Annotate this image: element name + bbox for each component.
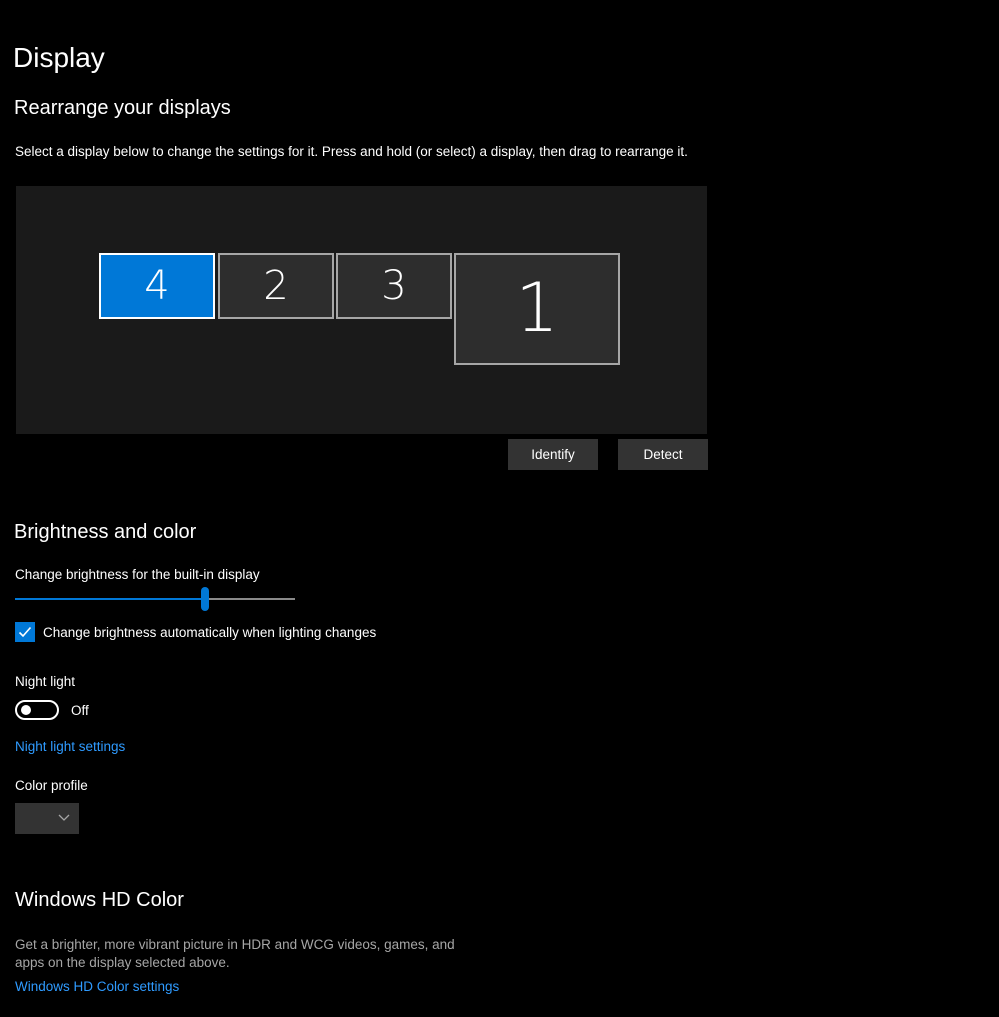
monitor-2-label: 2 — [263, 263, 289, 309]
monitor-1[interactable]: 1 — [454, 253, 620, 365]
hdr-section-title: Windows HD Color — [15, 889, 184, 911]
slider-track-fill — [15, 598, 205, 600]
identify-button[interactable]: Identify — [508, 439, 598, 470]
night-light-label: Night light — [15, 674, 76, 689]
color-profile-label: Color profile — [15, 778, 88, 793]
page-title: Display — [13, 42, 105, 73]
night-light-toggle[interactable] — [15, 700, 59, 720]
hdr-settings-link[interactable]: Windows HD Color settings — [15, 979, 179, 994]
monitor-3-label: 3 — [381, 263, 407, 309]
toggle-knob — [21, 705, 31, 715]
monitor-4[interactable]: 4 — [99, 253, 215, 319]
rearrange-description: Select a display below to change the set… — [15, 144, 688, 159]
brightness-slider[interactable] — [15, 587, 295, 611]
night-light-toggle-row: Off — [15, 700, 89, 720]
rearrange-title: Rearrange your displays — [14, 97, 231, 119]
monitor-1-label: 1 — [515, 269, 559, 348]
night-light-state: Off — [71, 702, 89, 718]
monitor-2[interactable]: 2 — [218, 253, 334, 319]
brightness-section-title: Brightness and color — [14, 521, 197, 543]
slider-track-rest — [205, 598, 295, 600]
checkmark-icon — [18, 626, 32, 638]
display-arrangement-area[interactable]: 4 2 3 1 — [16, 186, 707, 434]
chevron-down-icon — [58, 814, 70, 821]
detect-button[interactable]: Detect — [618, 439, 708, 470]
auto-brightness-checkbox-row[interactable]: Change brightness automatically when lig… — [15, 622, 376, 642]
auto-brightness-checkbox[interactable] — [15, 622, 35, 642]
auto-brightness-label: Change brightness automatically when lig… — [43, 624, 377, 640]
monitor-4-label: 4 — [144, 263, 170, 309]
hdr-description: Get a brighter, more vibrant picture in … — [15, 937, 455, 970]
color-profile-dropdown[interactable] — [15, 803, 79, 834]
monitor-3[interactable]: 3 — [336, 253, 452, 319]
slider-thumb[interactable] — [201, 587, 209, 611]
brightness-slider-label: Change brightness for the built-in displ… — [15, 567, 260, 582]
night-light-settings-link[interactable]: Night light settings — [15, 739, 125, 754]
